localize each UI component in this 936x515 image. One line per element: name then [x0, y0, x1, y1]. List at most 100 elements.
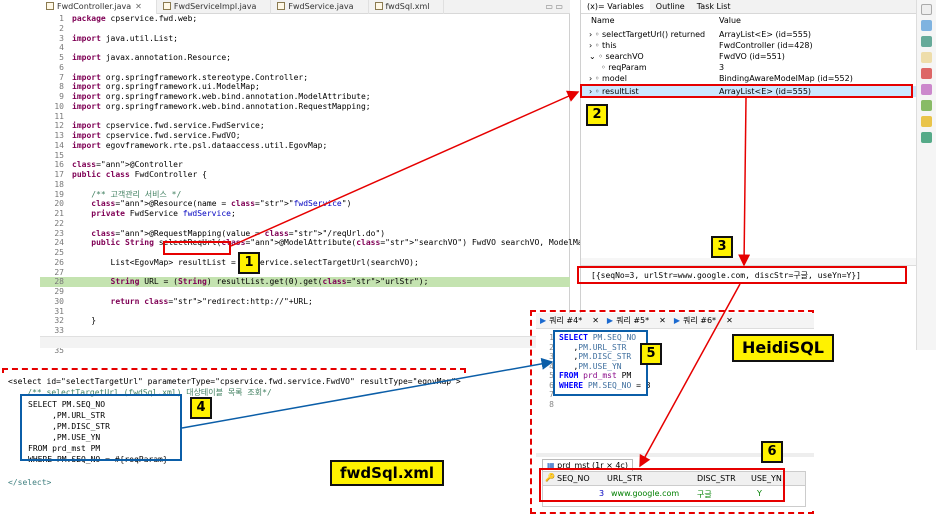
variable-row[interactable]: ◦ reqParam 3 [581, 62, 917, 73]
line-number: 28 [54, 277, 64, 287]
task-icon[interactable] [921, 52, 932, 63]
console-icon[interactable] [921, 20, 932, 31]
code-line[interactable]: 25 [40, 248, 570, 258]
code-text: import org.springframework.web.bind.anno… [72, 101, 371, 111]
code-line[interactable]: 13 import cpservice.fwd.service.FwdVO; [40, 131, 570, 141]
java-file-icon [46, 2, 54, 10]
resultlist-highlight-box [163, 241, 231, 255]
code-line[interactable]: 32 } [40, 316, 570, 326]
line-number: 4 [59, 43, 64, 53]
line-number: 14 [54, 140, 64, 150]
code-line[interactable]: 16 class="ann">@Controller [40, 160, 570, 170]
sql-line[interactable]: 8 [536, 400, 559, 410]
close-icon[interactable]: ✕ [659, 316, 666, 325]
play-icon: ▶ [673, 316, 680, 325]
close-icon[interactable]: ✕ [135, 2, 142, 11]
line-number: 24 [54, 238, 64, 248]
code-text: return class="str">"redirect:http://"+UR… [110, 296, 313, 306]
code-line[interactable]: 19 /** 고객관리 서비스 */ [40, 190, 570, 200]
variable-row[interactable]: › ◦ model BindingAwareModelMap (id=552) [581, 73, 917, 84]
tab-fwdsql[interactable]: fwdSql.xml [369, 0, 445, 14]
error-icon[interactable] [921, 68, 932, 79]
folder-icon[interactable] [921, 116, 932, 127]
code-line[interactable]: 4 [40, 43, 570, 53]
code-text: import java.util.List; [72, 33, 178, 43]
badge-6: 6 [761, 441, 783, 463]
code-line[interactable]: 8 import org.springframework.ui.ModelMap; [40, 82, 570, 92]
tab-task-list[interactable]: Task List [691, 0, 737, 13]
code-line[interactable]: 31 [40, 307, 570, 317]
code-line[interactable]: 6 [40, 63, 570, 73]
code-line[interactable]: 23 class="ann">@RequestMapping(value = c… [40, 229, 570, 239]
splitter[interactable] [581, 258, 917, 265]
code-line[interactable]: 10 import org.springframework.web.bind.an… [40, 102, 570, 112]
badge-1: 1 [238, 252, 260, 274]
code-line[interactable]: 26 List<EgovMap> resultList = fwdService… [40, 258, 570, 268]
code-line[interactable]: 15 [40, 151, 570, 161]
code-line[interactable]: 11 [40, 112, 570, 122]
horizontal-scrollbar[interactable] [40, 336, 570, 348]
code-text: class="ann">@Controller [72, 160, 183, 170]
tab-variables[interactable]: (x)= Variables [581, 0, 650, 13]
code-text: package cpservice.fwd.web; [72, 14, 198, 23]
name-column-header[interactable]: Name [591, 16, 615, 25]
code-line[interactable]: 29 [40, 287, 570, 297]
value-column-header[interactable]: Value [719, 16, 741, 25]
line-number: 6 [59, 62, 64, 72]
line-number: 25 [54, 248, 64, 257]
line-number: 30 [54, 296, 64, 306]
badge-5: 5 [640, 343, 662, 365]
code-line[interactable]: 22 [40, 219, 570, 229]
play-icon: ▶ [540, 316, 547, 325]
tab-query-4[interactable]: ▶ 쿼리 #4* ✕ [536, 313, 603, 328]
variable-row[interactable]: › ◦ selectTargetUrl() returned ArrayList<… [581, 29, 917, 40]
line-number: 15 [54, 150, 64, 160]
code-area[interactable]: 1 package cpservice.fwd.web; 2 3 import java… [40, 14, 713, 355]
xml-file-icon [374, 2, 383, 10]
variables-view[interactable]: (x)= Variables Outline Task List Name Va… [580, 0, 917, 350]
code-line[interactable]: 33 [40, 326, 570, 336]
tab-outline[interactable]: Outline [650, 0, 691, 13]
code-line[interactable]: 14 import egovframework.rte.psl.dataacces… [40, 141, 570, 151]
tab-query-5[interactable]: ▶ 쿼리 #5* ✕ [603, 313, 670, 328]
line-number: 7 [59, 72, 64, 82]
close-icon[interactable]: ✕ [726, 316, 733, 325]
code-line[interactable]: 3 import java.util.List; [40, 34, 570, 44]
bug-icon[interactable] [921, 100, 932, 111]
tab-fwdservice[interactable]: FwdService.java [271, 0, 369, 14]
code-line[interactable]: 7 import org.springframework.stereotype.C… [40, 73, 570, 83]
breakpoint-icon[interactable] [921, 84, 932, 95]
code-line[interactable]: 18 [40, 180, 570, 190]
debug-icon[interactable] [921, 4, 932, 15]
code-line[interactable]: 24 public String selectReqUrl(class="ann… [40, 238, 712, 248]
line-number: 27 [54, 267, 64, 277]
code-line[interactable]: 2 [40, 24, 570, 34]
variable-row[interactable]: ⌄ ◦ searchVO FwdVO (id=551) [581, 51, 917, 62]
tab-fwdserviceimpl[interactable]: FwdServiceImpl.java [157, 0, 272, 14]
close-icon[interactable]: ✕ [592, 316, 599, 325]
code-line[interactable]: 28 String URL = (String) resultList.get(… [40, 277, 570, 287]
outline-icon[interactable] [921, 132, 932, 143]
code-line[interactable]: 17 public class FwdController { [40, 170, 570, 180]
code-editor[interactable]: FwdController.java ✕ FwdServiceImpl.java … [40, 0, 713, 355]
badge-3: 3 [711, 236, 733, 258]
code-line[interactable]: 21 private FwdService fwdService; [40, 209, 570, 219]
query-tab-bar: ▶ 쿼리 #4* ✕ ▶ 쿼리 #5* ✕ ▶ 쿼리 #6* ✕ [536, 313, 814, 329]
tab-fwdcontroller[interactable]: FwdController.java ✕ [40, 0, 157, 14]
tab-query-6[interactable]: ▶ 쿼리 #6* ✕ [670, 313, 737, 328]
variable-row[interactable]: › ◦ this FwdController (id=428) [581, 40, 917, 51]
code-line[interactable]: 20 class="ann">@Resource(name = class="s… [40, 199, 570, 209]
line-number: 22 [54, 218, 64, 228]
code-line[interactable]: 27 [40, 268, 570, 278]
variable-name: ⌄ ◦ searchVO [589, 52, 644, 61]
code-line[interactable]: 30 return class="str">"redirect:http://"… [40, 297, 570, 307]
package-icon[interactable] [921, 36, 932, 47]
code-line[interactable]: 1 package cpservice.fwd.web; [40, 14, 570, 24]
code-line[interactable]: 5 import javax.annotation.Resource; [40, 53, 570, 63]
variable-value: BindingAwareModelMap (id=552) [719, 74, 853, 83]
code-line[interactable]: 9 import org.springframework.web.bind.ann… [40, 92, 570, 102]
code-text: class="ann">@RequestMapping(value = clas… [91, 228, 386, 238]
code-line[interactable]: 12 import cpservice.fwd.service.FwdServic… [40, 121, 570, 131]
line-number: 20 [54, 199, 64, 209]
editor-window-controls[interactable]: ▭ ▭ [545, 2, 563, 11]
